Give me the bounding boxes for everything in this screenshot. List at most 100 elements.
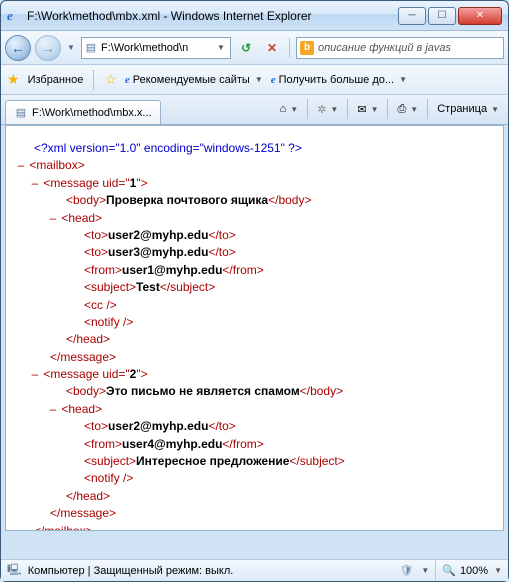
title-bar: e F:\Work\method\mbx.xml - Windows Inter… [1,1,508,31]
rss-icon: ✲ [317,103,326,116]
feeds-button[interactable]: ✲▼ [312,98,343,120]
minimize-button[interactable]: ─ [398,7,426,25]
suggested-sites-link[interactable]: e Рекомендуемые сайты ▼ [125,74,263,86]
xml-tag: <notify /> [84,471,133,485]
xml-tag: <mailbox> [29,158,84,172]
home-icon: ⌂ [280,103,287,115]
chevron-down-icon: ▼ [371,105,379,114]
nav-history-dropdown[interactable]: ▼ [65,35,77,61]
xml-text: user2@myhp.edu [108,419,208,433]
suggested-sites-label: Рекомендуемые сайты [133,74,250,86]
tab-active[interactable]: ▤ F:\Work\method\mbx.x... [5,100,161,124]
ie-icon: e [271,74,276,86]
xml-text: Test [136,280,160,294]
tab-title: F:\Work\method\mbx.x... [32,107,152,119]
separator [347,99,348,119]
refresh-button[interactable]: ↻ [235,37,257,59]
stop-button[interactable]: ✕ [261,37,283,59]
mail-button[interactable]: ✉▼ [352,98,383,120]
get-more-label: Получить больше до... [279,74,394,86]
chevron-down-icon: ▼ [491,105,499,114]
collapse-toggle[interactable]: – [30,366,40,383]
maximize-button[interactable]: ☐ [428,7,456,25]
chevron-down-icon[interactable]: ▼ [421,566,429,575]
xml-text: user1@myhp.edu [122,263,222,277]
xml-tag: <from> [84,263,122,277]
forward-button[interactable]: → [35,35,61,61]
close-button[interactable]: ✕ [458,7,502,25]
star-icon: ☆ [104,71,117,88]
address-input[interactable] [101,42,211,54]
home-button[interactable]: ⌂▼ [275,98,304,120]
xml-tag: <head> [61,211,102,225]
print-button[interactable]: ⎙▼ [392,98,423,120]
xml-tag: </to> [208,245,235,259]
ie-icon: e [7,8,23,24]
favorites-label[interactable]: Избранное [28,74,84,86]
back-button[interactable]: ← [5,35,31,61]
xml-text: Проверка почтового ящика [106,193,268,207]
xml-tag: <subject> [84,280,136,294]
chevron-down-icon[interactable]: ▼ [494,566,502,575]
xml-text: user3@myhp.edu [108,245,208,259]
xml-tag: <from> [84,437,122,451]
zoom-icon: 🔍 [442,564,456,577]
xml-tag: </message> [50,506,116,520]
zoom-value: 100% [460,565,488,577]
xml-tag: </to> [208,419,235,433]
get-more-link[interactable]: e Получить больше до... ▼ [271,74,407,86]
xml-tag: <to> [84,228,108,242]
xml-text: user4@myhp.edu [122,437,222,451]
xml-tag: </mailbox> [34,524,93,531]
search-input[interactable] [318,42,500,54]
window-title: F:\Work\method\mbx.xml - Windows Interne… [27,9,398,23]
chevron-down-icon: ▼ [330,105,338,114]
xml-tag: </subject> [160,280,215,294]
mail-icon: ✉ [357,103,366,116]
favorites-star-icon[interactable]: ★ [7,71,20,88]
xml-tag: </body> [300,384,343,398]
separator [93,70,94,90]
xml-tag: "> [136,367,147,381]
separator [307,99,308,119]
collapse-toggle[interactable]: – [48,210,58,227]
collapse-toggle[interactable]: – [16,157,26,174]
xml-tag: <to> [84,245,108,259]
address-dropdown-icon[interactable]: ▼ [214,41,228,55]
chevron-down-icon: ▼ [255,75,263,84]
xml-tag: </body> [268,193,311,207]
search-box[interactable]: b [296,37,504,59]
xml-text: Это письмо не является спамом [106,384,300,398]
chevron-down-icon: ▼ [399,75,407,84]
collapse-toggle[interactable]: – [30,175,40,192]
zoom-control[interactable]: 🔍 100% ▼ [435,560,502,581]
ie-icon: e [125,74,130,86]
xml-tag: <to> [84,419,108,433]
security-icon[interactable]: 🛡 [399,564,413,577]
address-bar[interactable]: ▤ ▼ [81,37,231,59]
xml-tag: <body> [66,384,106,398]
separator [289,38,290,58]
separator [387,99,388,119]
command-bar: ⌂▼ ✲▼ ✉▼ ⎙▼ Страница▼ [275,94,504,124]
page-label: Страница [437,103,487,115]
print-icon: ⎙ [397,103,406,116]
xml-tag: <message uid=" [43,176,129,190]
tab-bar: ▤ F:\Work\method\mbx.x... ⌂▼ ✲▼ ✉▼ ⎙▼ Ст… [1,95,508,125]
page-icon: ▤ [14,106,28,120]
chevron-down-icon: ▼ [410,105,418,114]
status-bar: 🖳 Компьютер | Защищенный режим: выкл. 🛡 … [1,559,508,581]
xml-tag: <notify /> [84,315,133,329]
collapse-toggle[interactable]: – [48,401,58,418]
xml-tag: <message uid=" [43,367,129,381]
refresh-icon: ↻ [241,41,251,55]
document-viewport[interactable]: <?xml version="1.0" encoding="windows-12… [5,125,504,531]
xml-tag: </subject> [289,454,344,468]
xml-tag: </head> [66,489,110,503]
xml-tag: </message> [50,350,116,364]
xml-tag: "> [136,176,147,190]
page-menu-button[interactable]: Страница ▼ [432,98,504,120]
xml-tag: </to> [208,228,235,242]
separator [427,99,428,119]
favorites-bar: ★ Избранное ☆ e Рекомендуемые сайты ▼ e … [1,65,508,95]
